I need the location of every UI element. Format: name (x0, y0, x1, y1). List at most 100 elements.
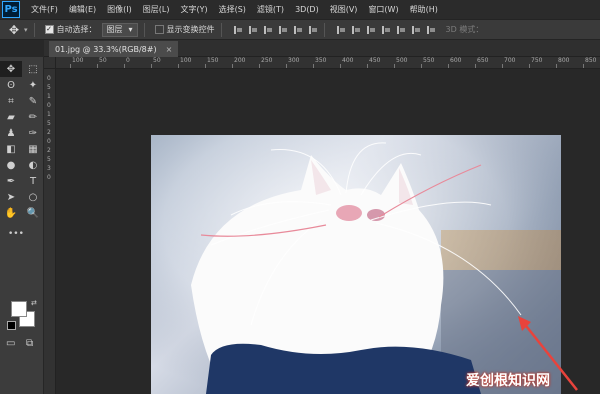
align-right-icon[interactable] (308, 25, 318, 35)
blur-tool-icon[interactable]: ● (0, 157, 22, 173)
watermark-text: 爱创根知识网 (466, 373, 550, 389)
distribute-right-icon[interactable] (411, 25, 421, 35)
horizontal-ruler[interactable]: 100 50 0 50 100 150 200 250 300 350 400 450 500 550 60… (56, 57, 600, 69)
document-tab[interactable]: 01.jpg @ 33.3%(RGB/8#) × (49, 41, 179, 57)
magic-wand-tool-icon[interactable]: ✦ (22, 77, 44, 93)
ruler-tick-label: 700 (504, 57, 516, 64)
auto-select-label: 自动选择： (56, 25, 97, 34)
distribute-vcenter-icon[interactable] (351, 25, 361, 35)
ruler-tick (421, 64, 422, 68)
menu-image[interactable]: 图像(I) (107, 4, 132, 15)
vertical-ruler[interactable]: 051015202530 (44, 69, 56, 394)
dodge-tool-icon[interactable]: ◐ (22, 157, 44, 173)
ruler-tick (151, 64, 152, 68)
move-tool-icon[interactable]: ✥ (0, 61, 22, 77)
divider (220, 22, 222, 37)
menu-view[interactable]: 视图(V) (330, 4, 358, 15)
menu-help[interactable]: 帮助(H) (410, 4, 438, 15)
ruler-tick-label: 2 (47, 129, 51, 136)
photoshop-logo: Ps (2, 1, 20, 18)
healing-brush-tool-icon[interactable]: ▰ (0, 109, 22, 125)
gradient-tool-icon[interactable]: ▦ (22, 141, 44, 157)
eyedropper-tool-icon[interactable]: ✎ (22, 93, 44, 109)
ruler-tick (448, 64, 449, 68)
zoom-tool-icon[interactable]: 🔍 (22, 205, 44, 221)
ruler-tick-label: 50 (153, 57, 161, 64)
type-tool-icon[interactable]: T (22, 173, 44, 189)
foreground-color-swatch[interactable] (11, 301, 27, 317)
edit-toolbar-icon[interactable]: ••• (8, 229, 24, 239)
menu-type[interactable]: 文字(Y) (180, 4, 207, 15)
distribute-hcenter-icon[interactable] (396, 25, 406, 35)
ruler-tick-label: 5 (47, 120, 51, 127)
ruler-tick (259, 64, 260, 68)
align-top-icon[interactable] (233, 25, 243, 35)
ruler-tick (178, 64, 179, 68)
ruler-tick (205, 64, 206, 68)
ruler-tick-label: 0 (47, 75, 51, 82)
crop-tool-icon[interactable]: ⌗ (0, 93, 22, 109)
3d-mode-label: 3D 模式： (445, 25, 484, 34)
menu-select[interactable]: 选择(S) (219, 4, 246, 15)
default-colors-icon[interactable] (7, 321, 16, 330)
ruler-tick (340, 64, 341, 68)
menu-layer[interactable]: 图层(L) (143, 4, 170, 15)
menu-window[interactable]: 窗口(W) (368, 4, 398, 15)
auto-align-icon[interactable] (426, 25, 436, 35)
align-bottom-icon[interactable] (263, 25, 273, 35)
ruler-tick (70, 64, 71, 68)
swap-colors-icon[interactable]: ⇄ (31, 299, 37, 307)
show-transform-label: 显示变换控件 (166, 25, 215, 34)
pen-tool-icon[interactable]: ✒ (0, 173, 22, 189)
divider (33, 22, 35, 37)
menu-bar: Ps 文件(F) 编辑(E) 图像(I) 图层(L) 文字(Y) 选择(S) 滤… (0, 0, 600, 19)
ruler-tick (97, 64, 98, 68)
auto-select-checkbox[interactable]: ✓ (44, 25, 54, 34)
distribute-left-icon[interactable] (381, 25, 391, 35)
ruler-tick (313, 64, 314, 68)
eraser-tool-icon[interactable]: ◧ (0, 141, 22, 157)
auto-select-target-value: 图层 (106, 25, 123, 34)
canvas-area[interactable] (56, 69, 600, 394)
align-left-icon[interactable] (278, 25, 288, 35)
clone-stamp-tool-icon[interactable]: ♟ (0, 125, 22, 141)
show-transform-checkbox[interactable] (154, 25, 164, 34)
move-tool-preset-icon[interactable]: ✥ (6, 22, 22, 38)
distribute-bottom-icon[interactable] (366, 25, 376, 35)
lasso-tool-icon[interactable]: ʘ (0, 77, 22, 93)
marquee-tool-icon[interactable]: ⬚ (22, 61, 44, 77)
ruler-origin[interactable] (44, 57, 56, 69)
ellipse-tool-icon[interactable]: ○ (22, 189, 44, 205)
menu-filter[interactable]: 滤镜(T) (257, 4, 284, 15)
ruler-tick-label: 300 (288, 57, 300, 64)
ruler-tick-label: 550 (423, 57, 435, 64)
quick-mask-icon[interactable]: ▭ (6, 338, 15, 349)
close-icon[interactable]: × (166, 45, 173, 54)
align-vcenter-icon[interactable] (248, 25, 258, 35)
distribute-top-icon[interactable] (336, 25, 346, 35)
document-image[interactable] (151, 135, 561, 394)
menu-3d[interactable]: 3D(D) (295, 5, 319, 14)
menu-file[interactable]: 文件(F) (31, 4, 58, 15)
ruler-tick-label: 0 (47, 102, 51, 109)
ruler-tick (556, 64, 557, 68)
ruler-tick-label: 0 (126, 57, 130, 64)
screen-mode-icon[interactable]: ⧉ (26, 338, 33, 349)
tool-grid: ✥ ⬚ ʘ ✦ ⌗ ✎ ▰ ✏ ♟ ✑ ◧ ▦ ● ◐ ✒ T ➤ ○ ✋ 🔍 (0, 57, 43, 221)
ruler-tick-label: 500 (396, 57, 408, 64)
ruler-tick-label: 5 (47, 84, 51, 91)
auto-select-target-dropdown[interactable]: 图层 ▾ (101, 22, 138, 37)
hand-tool-icon[interactable]: ✋ (0, 205, 22, 221)
brush-tool-icon[interactable]: ✏ (22, 109, 44, 125)
ruler-tick-label: 5 (47, 156, 51, 163)
ruler-tick-label: 350 (315, 57, 327, 64)
ruler-tick-label: 2 (47, 147, 51, 154)
chevron-down-icon[interactable]: ▾ (24, 26, 28, 34)
path-selection-tool-icon[interactable]: ➤ (0, 189, 22, 205)
menu-edit[interactable]: 编辑(E) (69, 4, 96, 15)
history-brush-tool-icon[interactable]: ✑ (22, 125, 44, 141)
ruler-tick-label: 450 (369, 57, 381, 64)
ruler-tick-label: 850 (585, 57, 597, 64)
align-hcenter-icon[interactable] (293, 25, 303, 35)
ruler-tick (394, 64, 395, 68)
